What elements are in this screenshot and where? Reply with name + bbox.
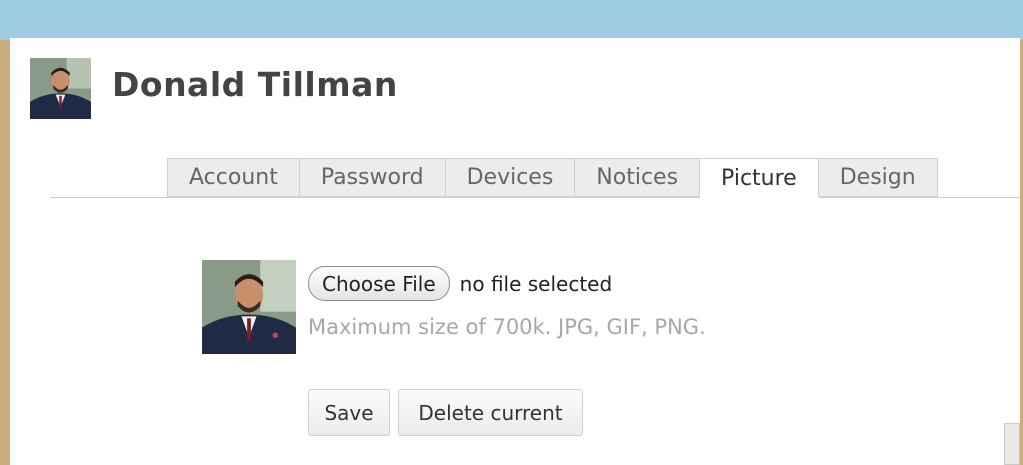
save-button[interactable]: Save: [308, 389, 390, 436]
current-picture-preview: [202, 260, 296, 354]
choose-file-button[interactable]: Choose File: [308, 266, 450, 301]
profile-name: Donald Tillman: [112, 65, 398, 104]
file-picker-row: Choose File no file selected: [308, 266, 612, 301]
tab-account[interactable]: Account: [167, 158, 300, 197]
settings-tabs: Account Password Devices Notices Picture…: [167, 158, 938, 198]
tab-design[interactable]: Design: [818, 158, 938, 197]
header-avatar: [30, 58, 91, 119]
avatar-photo-icon: [202, 260, 296, 354]
top-band: [0, 0, 1023, 40]
tab-devices[interactable]: Devices: [445, 158, 576, 197]
tab-picture[interactable]: Picture: [700, 158, 819, 198]
scrollbar-handle[interactable]: [1004, 423, 1020, 465]
upload-hint: Maximum size of 700k. JPG, GIF, PNG.: [308, 315, 706, 339]
file-status: no file selected: [459, 271, 613, 296]
profile-panel: Donald Tillman Account Password Devices …: [10, 38, 1020, 465]
delete-current-button[interactable]: Delete current: [398, 389, 583, 436]
tab-notices[interactable]: Notices: [575, 158, 701, 197]
tab-password[interactable]: Password: [299, 158, 446, 197]
avatar-photo-icon: [30, 58, 91, 119]
